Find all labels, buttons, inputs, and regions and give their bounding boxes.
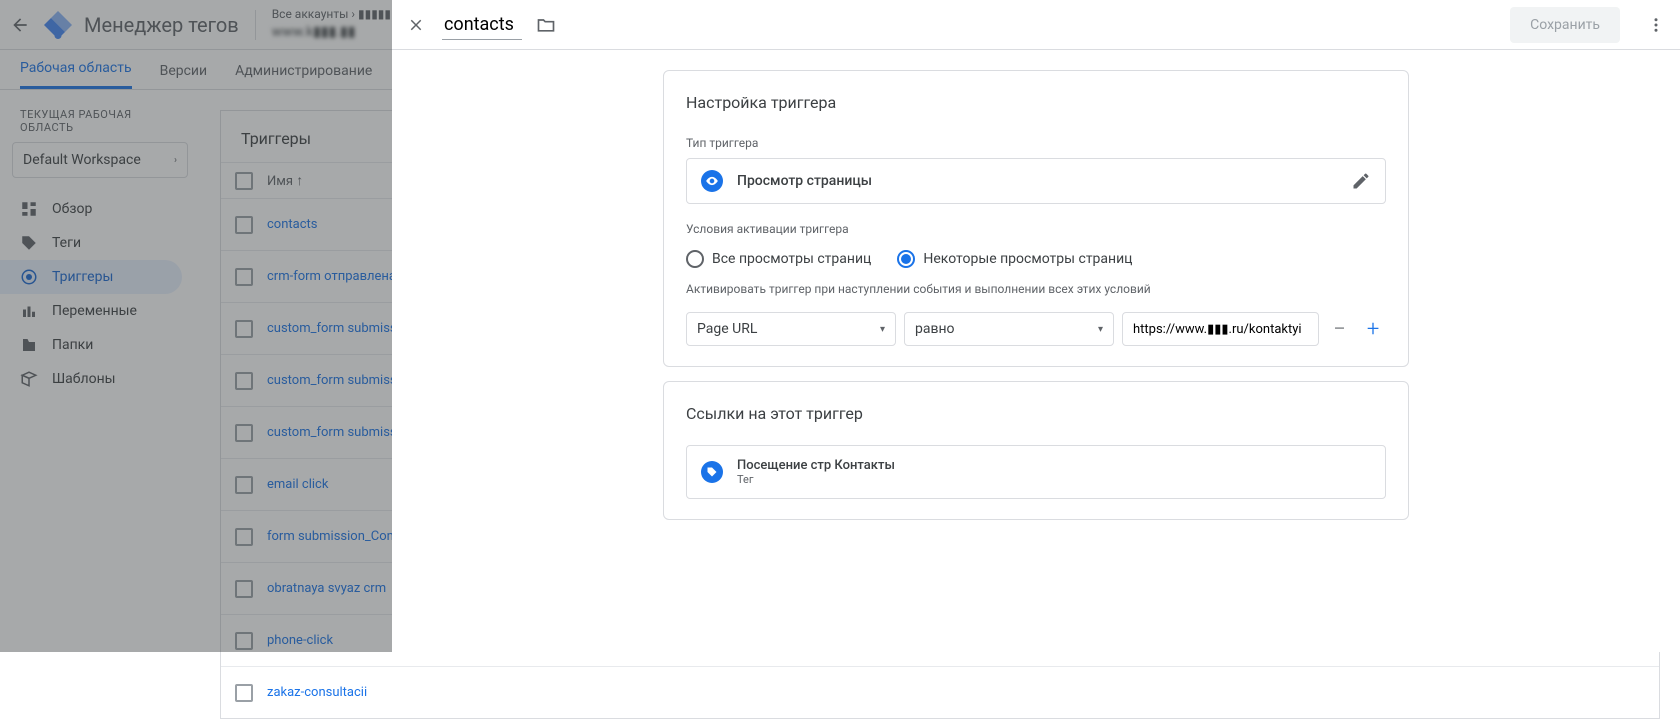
- operator-dropdown[interactable]: равно▾: [904, 312, 1114, 346]
- close-icon[interactable]: [404, 13, 428, 37]
- kebab-menu-icon[interactable]: [1644, 13, 1668, 37]
- trigger-name-input[interactable]: [442, 10, 522, 40]
- add-condition-button[interactable]: +: [1360, 315, 1386, 343]
- pageview-icon: [701, 170, 723, 192]
- trigger-name[interactable]: zakaz-consultacii: [267, 685, 367, 700]
- trigger-type-label: Тип триггера: [664, 126, 1408, 158]
- conditions-label: Условия активации триггера: [664, 222, 1408, 244]
- tag-badge-icon: [701, 461, 723, 483]
- radio-some-pageviews[interactable]: Некоторые просмотры страниц: [897, 250, 1132, 268]
- remove-condition-button[interactable]: −: [1327, 315, 1353, 343]
- row-checkbox[interactable]: [235, 684, 253, 702]
- condition-value-input[interactable]: [1122, 312, 1319, 346]
- reference-item[interactable]: Посещение стр Контакты Тег: [686, 445, 1386, 499]
- radio-all-pageviews[interactable]: Все просмотры страниц: [686, 250, 871, 268]
- radio-off-icon: [686, 250, 704, 268]
- references-heading: Ссылки на этот триггер: [664, 382, 1408, 437]
- folder-picker-icon[interactable]: [536, 15, 556, 35]
- trigger-edit-panel: Сохранить Настройка триггера Тип триггер…: [392, 0, 1680, 652]
- chevron-down-icon: ▾: [1098, 324, 1103, 335]
- variable-dropdown[interactable]: Page URL▾: [686, 312, 896, 346]
- chevron-down-icon: ▾: [880, 324, 885, 335]
- trigger-row[interactable]: zakaz-consultacii: [221, 666, 1659, 718]
- config-heading: Настройка триггера: [664, 71, 1408, 126]
- edit-icon[interactable]: [1351, 171, 1371, 191]
- save-button[interactable]: Сохранить: [1510, 7, 1620, 43]
- radio-on-icon: [897, 250, 915, 268]
- trigger-type-box: Просмотр страницы: [686, 158, 1386, 204]
- activate-hint: Активировать триггер при наступлении соб…: [664, 282, 1408, 304]
